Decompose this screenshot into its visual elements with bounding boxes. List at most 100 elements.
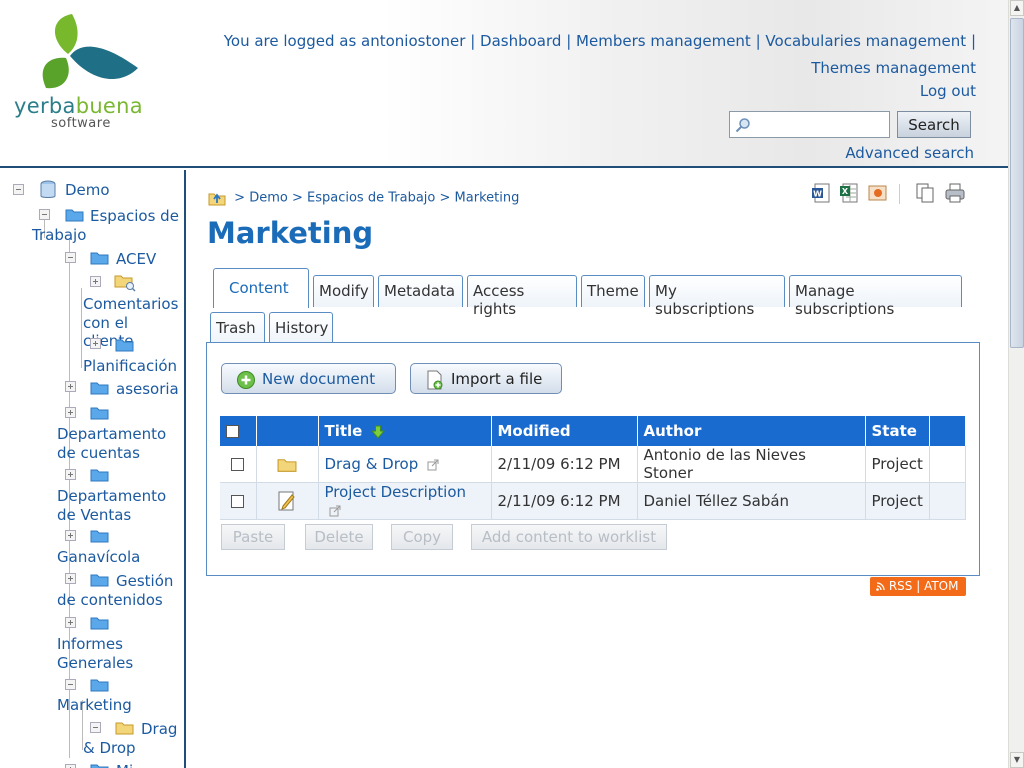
- folder-up-icon[interactable]: [208, 190, 226, 206]
- row-extra-cell: [929, 446, 967, 483]
- tree-expand-icon[interactable]: [65, 764, 76, 768]
- row-extra-cell: [929, 482, 967, 520]
- advanced-search-link[interactable]: Advanced search: [845, 144, 974, 162]
- folder-icon: [90, 407, 109, 420]
- tab-trash[interactable]: Trash: [210, 312, 265, 344]
- modified-column-header[interactable]: Modified: [491, 416, 638, 446]
- tree-collapse-icon[interactable]: [13, 184, 24, 195]
- tab-manage-subscriptions[interactable]: Manage subscriptions: [789, 275, 962, 318]
- add-to-worklist-button[interactable]: Add content to worklist: [471, 524, 667, 550]
- folder-icon: [90, 617, 109, 630]
- external-link-icon[interactable]: [329, 505, 341, 517]
- excel-export-icon[interactable]: X: [838, 182, 860, 204]
- folder-icon: [90, 382, 109, 395]
- row-title-link[interactable]: Project Description: [325, 483, 467, 501]
- folder-icon: [90, 764, 109, 768]
- tree-expand-icon[interactable]: [65, 617, 76, 628]
- tree-item-acev[interactable]: ACEV: [116, 250, 156, 269]
- copy-button[interactable]: Copy: [391, 524, 453, 550]
- tab-modify[interactable]: Modify: [313, 275, 374, 307]
- tree-item-mi[interactable]: Mi: [116, 762, 133, 768]
- rss-label: RSS | ATOM: [888, 579, 959, 593]
- tab-my-subscriptions[interactable]: My subscriptions: [649, 275, 785, 318]
- folder-icon: [90, 679, 109, 692]
- new-document-button[interactable]: New document: [221, 363, 396, 394]
- breadcrumb-demo[interactable]: Demo: [249, 191, 288, 206]
- state-column-header[interactable]: State: [865, 416, 930, 446]
- copy-document-icon[interactable]: [914, 182, 936, 204]
- tree-expand-icon[interactable]: [90, 338, 101, 349]
- tree-item-departamento-de-ventas[interactable]: Departamento de Ventas: [57, 487, 182, 524]
- delete-button[interactable]: Delete: [305, 524, 373, 550]
- page-header: yerbabuena software You are logged as an…: [0, 0, 1008, 168]
- nav-separator: |: [566, 32, 577, 50]
- search-icon: [735, 118, 750, 133]
- scroll-up-arrow-icon[interactable]: ▲: [1010, 0, 1024, 16]
- row-title-cell[interactable]: Project Description: [318, 482, 492, 520]
- rss-atom-feed-link[interactable]: RSS | ATOM: [870, 577, 966, 596]
- toolbar-divider: [899, 184, 900, 204]
- import-file-button[interactable]: Import a file: [410, 363, 562, 394]
- scrollbar-thumb[interactable]: [1010, 18, 1024, 348]
- row-title-link[interactable]: Drag & Drop: [325, 455, 419, 473]
- word-export-icon[interactable]: W: [810, 182, 832, 204]
- tab-access-rights[interactable]: Access rights: [467, 275, 577, 318]
- content-panel: New document Import a file Title Modifie…: [206, 342, 980, 576]
- tree-item-demo[interactable]: Demo: [65, 181, 110, 200]
- row-checkbox[interactable]: [231, 495, 245, 508]
- select-all-checkbox[interactable]: [226, 425, 239, 438]
- nav-members-management-link[interactable]: Members management: [576, 32, 751, 50]
- powerpoint-export-icon[interactable]: [866, 182, 888, 204]
- import-file-icon: [427, 370, 443, 390]
- row-author-cell: Daniel Téllez Sabán: [637, 482, 866, 520]
- tree-item-asesoria[interactable]: asesoria: [116, 380, 179, 399]
- breadcrumb-marketing[interactable]: Marketing: [455, 191, 520, 206]
- tab-history[interactable]: History: [269, 312, 333, 344]
- tab-content[interactable]: Content: [213, 268, 309, 308]
- tree-item-departamento-de-cuentas[interactable]: Departamento de cuentas: [57, 425, 182, 462]
- tab-metadata[interactable]: Metadata: [378, 275, 463, 307]
- search-button[interactable]: Search: [897, 111, 971, 138]
- tree-expand-icon[interactable]: [65, 407, 76, 418]
- tree-item-informes-generales[interactable]: Informes Generales: [57, 635, 182, 672]
- tree-item-marketing[interactable]: Marketing: [57, 696, 132, 715]
- scroll-down-arrow-icon[interactable]: ▼: [1010, 752, 1024, 768]
- logout-link[interactable]: Log out: [920, 82, 976, 100]
- external-link-icon[interactable]: [427, 459, 439, 471]
- tree-expand-icon[interactable]: [90, 276, 101, 287]
- nav-themes-management-link[interactable]: Themes management: [811, 59, 976, 77]
- tree-item-gestion-de-contenidos[interactable]: Gestión de contenidos: [57, 572, 182, 609]
- author-column-header[interactable]: Author: [637, 416, 866, 446]
- table-row: Drag & Drop 2/11/09 6:12 PM Antonio de l…: [220, 446, 967, 483]
- nav-dashboard-link[interactable]: Dashboard: [480, 32, 561, 50]
- tree-item-espacios-de-trabajo[interactable]: Espacios de Trabajo: [32, 207, 182, 244]
- tree-expand-icon[interactable]: [65, 381, 76, 392]
- tree-item-ganavicola[interactable]: Ganavícola: [57, 548, 140, 567]
- main-content: > Demo > Espacios de Trabajo > Marketing…: [188, 170, 1008, 768]
- paste-button[interactable]: Paste: [221, 524, 285, 550]
- row-author-cell: Antonio de las Nieves Stoner: [637, 446, 866, 483]
- breadcrumb-separator: >: [439, 190, 451, 206]
- select-all-cell: [220, 416, 257, 446]
- icon-column-header: [256, 416, 319, 446]
- row-checkbox[interactable]: [231, 458, 245, 471]
- search-input[interactable]: [752, 114, 888, 135]
- breadcrumb-espacios-de-trabajo[interactable]: Espacios de Trabajo: [307, 191, 435, 206]
- tab-theme[interactable]: Theme: [581, 275, 645, 307]
- logo-subtitle: software: [51, 116, 111, 131]
- content-table: Title Modified Author State Drag & Drop: [220, 416, 967, 520]
- tree-item-planificacion[interactable]: Planificación: [83, 357, 177, 376]
- add-icon: [237, 371, 255, 389]
- nav-vocabularies-management-link[interactable]: Vocabularies management: [765, 32, 966, 50]
- vertical-scrollbar[interactable]: ▲ ▼: [1008, 0, 1024, 768]
- tree-item-drag-and-drop[interactable]: Drag & Drop: [83, 720, 183, 757]
- tree-expand-icon[interactable]: [65, 530, 76, 541]
- print-icon[interactable]: [944, 182, 966, 204]
- document-tools: W X: [810, 182, 980, 206]
- tree-expand-icon[interactable]: [65, 469, 76, 480]
- search-box: [729, 111, 890, 138]
- title-column-header[interactable]: Title: [318, 416, 492, 446]
- row-title-cell[interactable]: Drag & Drop: [318, 446, 492, 483]
- tree-collapse-icon[interactable]: [65, 252, 76, 263]
- tree-collapse-icon[interactable]: [65, 679, 76, 690]
